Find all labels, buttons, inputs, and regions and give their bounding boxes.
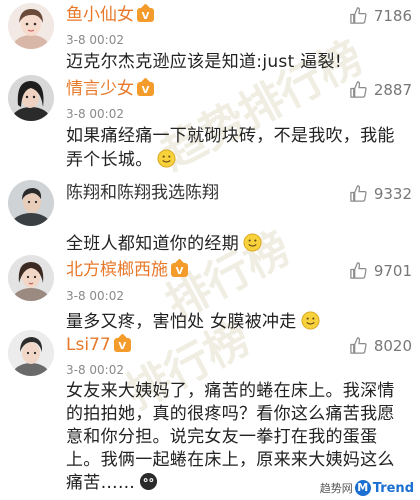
comment-time: 3-8 00:02 xyxy=(66,289,124,303)
username-text[interactable]: 陈翔和陈翔我选陈翔 xyxy=(66,183,219,203)
avatar[interactable] xyxy=(8,255,54,301)
like-button[interactable]: 9701 xyxy=(349,261,412,280)
avatar[interactable] xyxy=(8,180,54,226)
thumbs-up-icon xyxy=(350,337,367,354)
comment-text-content: 如果痛经痛一下就砌块砖，不是我吹，我能弄个长城。 xyxy=(66,126,395,170)
like-button[interactable]: 8020 xyxy=(349,336,412,355)
like-count: 7186 xyxy=(373,6,412,25)
vip-badge-icon xyxy=(113,334,131,357)
comment-text: 迈克尔杰克逊应该是知道:just 逼裂! xyxy=(66,50,410,74)
comment-text: 女友来大姨妈了，痛苦的蜷在床上。我深情的拍拍她，真的很疼吗？看你这么痛苦我愿意和… xyxy=(66,380,410,495)
brand-name: Trend xyxy=(372,480,414,496)
username[interactable]: 陈翔和陈翔我选陈翔 xyxy=(66,183,219,203)
like-count: 9701 xyxy=(373,261,412,280)
thumbs-up-icon xyxy=(350,262,367,279)
username-text[interactable]: 鱼小仙女 xyxy=(66,5,134,25)
comment-text: 全班人都知道你的经期 xyxy=(66,232,410,256)
comment-text-content: 量多又疼，害怕处 女膜被冲走 xyxy=(66,312,297,332)
username[interactable]: 鱼小仙女 xyxy=(66,4,154,27)
like-count: 9332 xyxy=(373,184,412,203)
username[interactable]: 北方槟榔西施 xyxy=(66,259,188,282)
username-text[interactable]: Lsi77 xyxy=(66,335,111,355)
username-text[interactable]: 情言少女 xyxy=(66,79,134,99)
thumbs-up-icon xyxy=(350,185,367,202)
username[interactable]: Lsi77 xyxy=(66,334,131,357)
thumbs-up-icon xyxy=(350,81,367,98)
smile-emoji-icon xyxy=(156,149,176,168)
comment-text-content: 迈克尔杰克逊应该是知道:just 逼裂! xyxy=(66,52,342,72)
username[interactable]: 情言少女 xyxy=(66,78,154,101)
comment-text: 量多又疼，害怕处 女膜被冲走 xyxy=(66,310,410,334)
brand-m-icon: M xyxy=(354,480,371,496)
comment-text: 如果痛经痛一下就砌块砖，不是我吹，我能弄个长城。 xyxy=(66,124,410,172)
comment-text-content: 女友来大姨妈了，痛苦的蜷在床上。我深情的拍拍她，真的很疼吗？看你这么痛苦我愿意和… xyxy=(66,381,395,493)
avatar[interactable] xyxy=(8,3,54,49)
username-text[interactable]: 北方槟榔西施 xyxy=(66,260,168,280)
like-button[interactable]: 2887 xyxy=(349,80,412,99)
vip-badge-icon xyxy=(171,259,188,282)
like-count: 2887 xyxy=(373,80,412,99)
like-button[interactable]: 9332 xyxy=(349,184,412,203)
comment-time: 3-8 00:02 xyxy=(66,363,124,377)
comment-time: 3-8 00:02 xyxy=(66,33,124,47)
smile-emoji-icon xyxy=(301,311,320,330)
dark-emoji-icon xyxy=(139,472,158,491)
like-button[interactable]: 7186 xyxy=(349,6,412,25)
comment-time: 3-8 00:02 xyxy=(66,107,124,121)
comment-text-content: 全班人都知道你的经期 xyxy=(66,234,239,254)
avatar[interactable] xyxy=(8,75,54,121)
vip-badge-icon xyxy=(137,4,154,27)
thumbs-up-icon xyxy=(350,7,367,24)
smile-emoji-icon xyxy=(243,233,262,252)
brand-prefix: 趋势网 xyxy=(319,482,353,495)
like-count: 8020 xyxy=(373,336,412,355)
avatar[interactable] xyxy=(8,330,54,376)
vip-badge-icon xyxy=(137,78,154,101)
brand-logo: 趋势网 M Trend xyxy=(320,480,414,496)
